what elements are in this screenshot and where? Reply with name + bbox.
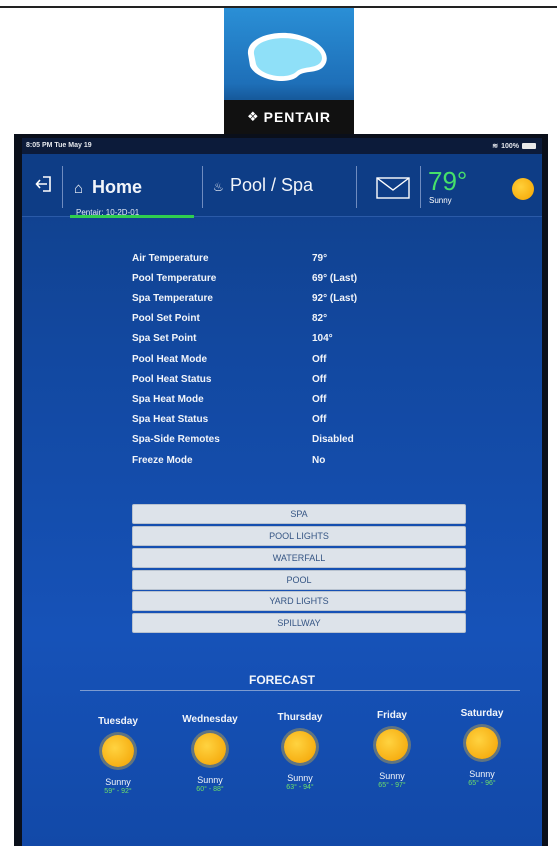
info-row: Spa Heat Status Off (22, 414, 542, 428)
app-logo: ❖ PENTAIR (224, 8, 354, 134)
brand-name: PENTAIR (263, 109, 332, 125)
status-time: 8:05 PM Tue May 19 (26, 142, 92, 149)
forecast-day: Thursday Sunny 63° - 94° (260, 712, 340, 791)
header-bar: ⌂ Home Pentair: 10-2D-01 ♨ Pool / Spa 79… (22, 154, 542, 218)
info-row: Pool Heat Mode Off (22, 354, 542, 368)
battery-icon (522, 143, 536, 149)
day-temp-range: 63° - 94° (286, 784, 314, 791)
tab-pool-spa[interactable]: Pool / Spa (230, 175, 313, 196)
info-value: Off (312, 354, 327, 365)
home-icon[interactable]: ⌂ (74, 180, 83, 197)
tab-home[interactable]: Home (92, 177, 142, 198)
info-label: Spa Heat Mode (132, 394, 204, 405)
info-value: 69° (Last) (312, 273, 358, 284)
info-value: 92° (Last) (312, 293, 358, 304)
info-label: Spa Temperature (132, 293, 213, 304)
logo-brand-bar: ❖ PENTAIR (224, 100, 354, 134)
battery-percent: 100% (501, 142, 519, 150)
info-label: Air Temperature (132, 253, 209, 264)
info-row: Pool Set Point 82° (22, 313, 542, 327)
sun-icon (376, 729, 408, 761)
forecast-day: Tuesday Sunny 59° - 92° (78, 716, 158, 795)
day-name: Wednesday (182, 714, 238, 725)
day-condition: Sunny (197, 775, 223, 785)
info-label: Freeze Mode (132, 455, 193, 466)
mail-icon[interactable] (376, 177, 410, 199)
wifi-icon: ≋ (492, 143, 499, 150)
info-value: 79° (312, 253, 328, 264)
info-row: Pool Temperature 69° (Last) (22, 273, 542, 287)
sun-icon (512, 178, 534, 200)
current-temperature: 79° (428, 166, 468, 196)
pool-logo-icon (247, 32, 327, 81)
day-temp-range: 60° - 88° (196, 786, 224, 793)
day-condition: Sunny (287, 773, 313, 783)
exit-icon[interactable] (34, 174, 54, 194)
sun-icon (102, 735, 134, 767)
current-condition: Sunny (429, 196, 452, 205)
spillway-button[interactable]: SPILLWAY (132, 613, 466, 633)
header-divider (356, 166, 357, 208)
forecast-day: Friday Sunny 65° - 97° (352, 710, 432, 789)
info-row: Spa Heat Mode Off (22, 394, 542, 408)
pool-lights-button[interactable]: POOL LIGHTS (132, 526, 466, 546)
day-name: Friday (376, 710, 407, 721)
info-label: Pool Temperature (132, 273, 217, 284)
day-name: Thursday (277, 712, 323, 723)
day-condition: Sunny (379, 771, 405, 781)
waterfall-button[interactable]: WATERFALL (132, 548, 466, 568)
info-label: Spa Set Point (132, 333, 197, 344)
info-value: No (312, 455, 326, 466)
day-temp-range: 59° - 92° (104, 788, 132, 795)
header-divider (420, 166, 421, 208)
info-label: Pool Heat Status (132, 374, 212, 385)
info-value: Off (312, 414, 327, 425)
forecast-title: FORECAST (249, 673, 315, 687)
sun-icon (194, 733, 226, 765)
info-row: Freeze Mode No (22, 455, 542, 469)
sun-icon (466, 727, 498, 759)
day-temp-range: 65° - 97° (378, 782, 406, 789)
forecast-divider (80, 690, 520, 691)
info-value: 104° (312, 333, 333, 344)
info-value: 82° (312, 313, 328, 324)
info-label: Pool Heat Mode (132, 354, 208, 365)
pool-button[interactable]: POOL (132, 570, 466, 590)
active-tab-indicator (70, 215, 194, 218)
info-row: Spa-Side Remotes Disabled (22, 434, 542, 448)
status-indicators: ≋ 100% (492, 142, 536, 150)
header-divider (202, 166, 203, 208)
info-row: Spa Temperature 92° (Last) (22, 293, 542, 307)
day-condition: Sunny (105, 777, 131, 787)
day-name: Tuesday (98, 716, 138, 727)
info-value: Off (312, 374, 327, 385)
spa-button[interactable]: SPA (132, 504, 466, 524)
day-name: Saturday (460, 708, 504, 719)
info-row: Air Temperature 79° (22, 253, 542, 267)
status-bar: 8:05 PM Tue May 19 ≋ 100% (22, 138, 542, 154)
yard-lights-button[interactable]: YARD LIGHTS (132, 591, 466, 611)
spa-icon[interactable]: ♨ (213, 180, 224, 194)
info-row: Spa Set Point 104° (22, 333, 542, 347)
forecast-day: Wednesday Sunny 60° - 88° (170, 714, 250, 793)
forecast-day: Saturday Sunny 65° - 96° (442, 708, 522, 787)
info-value: Disabled (312, 434, 354, 445)
info-value: Off (312, 394, 327, 405)
info-label: Pool Set Point (132, 313, 200, 324)
header-divider (62, 166, 63, 208)
info-label: Spa Heat Status (132, 414, 209, 425)
app-screen: 8:05 PM Tue May 19 ≋ 100% ⌂ Home Pentair… (22, 138, 542, 846)
info-row: Pool Heat Status Off (22, 374, 542, 388)
tablet-frame: 8:05 PM Tue May 19 ≋ 100% ⌂ Home Pentair… (14, 134, 548, 846)
day-temp-range: 65° - 96° (468, 780, 496, 787)
sun-icon (284, 731, 316, 763)
pentair-mark-icon: ❖ (246, 109, 259, 124)
info-label: Spa-Side Remotes (132, 434, 220, 445)
day-condition: Sunny (469, 769, 495, 779)
